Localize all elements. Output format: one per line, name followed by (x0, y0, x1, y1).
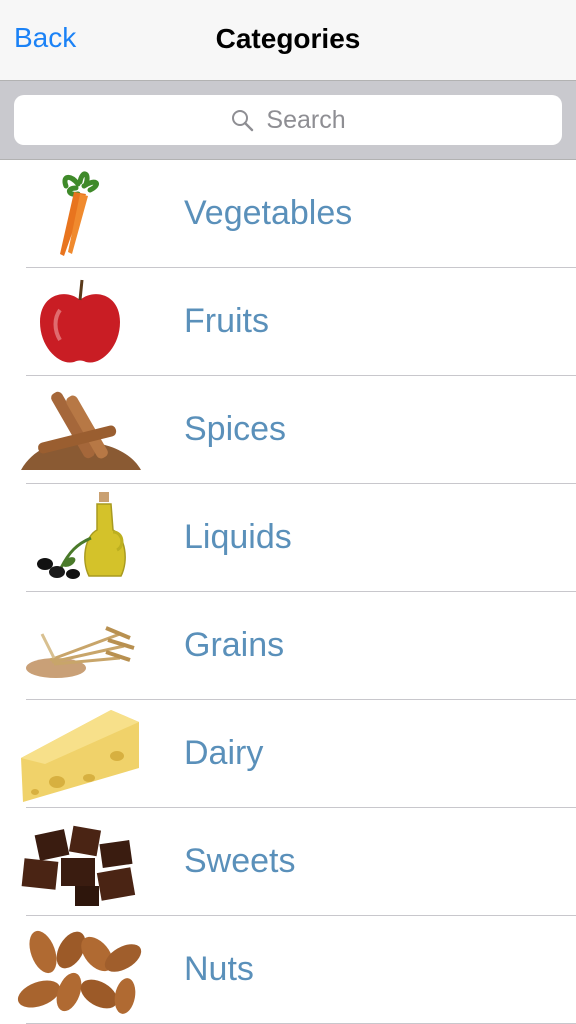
wheat-icon (10, 598, 150, 694)
category-row-sweets[interactable]: Sweets (0, 808, 576, 916)
search-input[interactable]: Search (14, 95, 562, 145)
navigation-bar: Back Categories (0, 0, 576, 81)
category-row-vegetables[interactable]: Vegetables (0, 160, 576, 268)
category-label: Spices (184, 410, 287, 448)
category-label: Sweets (184, 842, 296, 880)
search-placeholder: Search (266, 105, 346, 134)
category-row-fruits[interactable]: Fruits (0, 268, 576, 376)
page-title: Categories (215, 23, 361, 54)
category-label: Liquids (184, 518, 292, 556)
category-label: Nuts (184, 950, 254, 988)
carrot-icon (10, 166, 150, 262)
search-bar: Search (0, 81, 576, 160)
olive-oil-icon (10, 490, 150, 586)
cinnamon-icon (10, 382, 150, 478)
cheese-icon (10, 706, 150, 802)
chocolate-icon (10, 814, 150, 910)
category-label: Fruits (184, 302, 269, 340)
category-row-spices[interactable]: Spices (0, 376, 576, 484)
almond-icon (10, 922, 150, 1018)
apple-icon (10, 274, 150, 370)
category-row-dairy[interactable]: Dairy (0, 700, 576, 808)
category-row-liquids[interactable]: Liquids (0, 484, 576, 592)
category-row-grains[interactable]: Grains (0, 592, 576, 700)
search-icon (232, 110, 254, 132)
category-label: Vegetables (184, 194, 353, 232)
category-label: Grains (184, 626, 285, 664)
category-label: Dairy (184, 734, 264, 772)
category-row-nuts[interactable]: Nuts (0, 916, 576, 1024)
